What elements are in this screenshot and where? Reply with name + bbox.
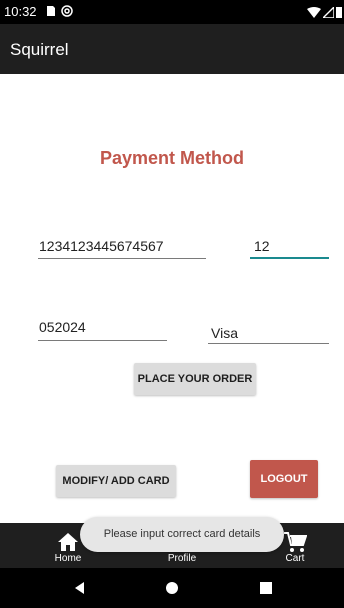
- modify-card-button[interactable]: MODIFY/ ADD CARD: [56, 465, 176, 497]
- back-icon[interactable]: [72, 580, 88, 596]
- card-number-underline: [38, 258, 206, 259]
- nav-label-profile: Profile: [167, 553, 197, 564]
- toast-message: Please input correct card details: [80, 517, 284, 552]
- home-circle-icon[interactable]: [164, 580, 180, 596]
- card-number-field[interactable]: 1234123445674567: [39, 237, 205, 255]
- status-icons-right: [307, 6, 342, 18]
- status-icons-left: [45, 5, 73, 17]
- home-icon: [58, 533, 78, 551]
- expiry-date-field[interactable]: 052024: [39, 318, 166, 336]
- cart-icon: [284, 532, 307, 552]
- sim-card-icon: [47, 6, 55, 16]
- battery-icon: [336, 7, 342, 18]
- signal-icon: [323, 6, 334, 18]
- nav-label-cart: Cart: [285, 553, 305, 564]
- status-time: 10:32: [4, 4, 37, 19]
- logout-button[interactable]: LOGOUT: [250, 460, 318, 498]
- card-type-underline: [208, 343, 329, 344]
- app-title: Squirrel: [10, 40, 69, 59]
- expiry-date-underline: [38, 340, 167, 341]
- app-bar: Squirrel: [0, 24, 344, 74]
- system-nav-bar: [0, 568, 344, 608]
- status-bar: 10:32: [0, 0, 344, 24]
- nav-label-home: Home: [54, 553, 82, 564]
- page-title: Payment Method: [99, 148, 245, 168]
- at-sign-icon: [61, 5, 73, 17]
- wifi-icon: [307, 6, 321, 18]
- cvv-underline: [250, 257, 329, 259]
- recents-icon[interactable]: [258, 580, 274, 596]
- card-type-field[interactable]: Visa: [211, 324, 328, 342]
- place-order-button[interactable]: PLACE YOUR ORDER: [134, 363, 256, 395]
- cvv-field[interactable]: 12: [254, 237, 328, 255]
